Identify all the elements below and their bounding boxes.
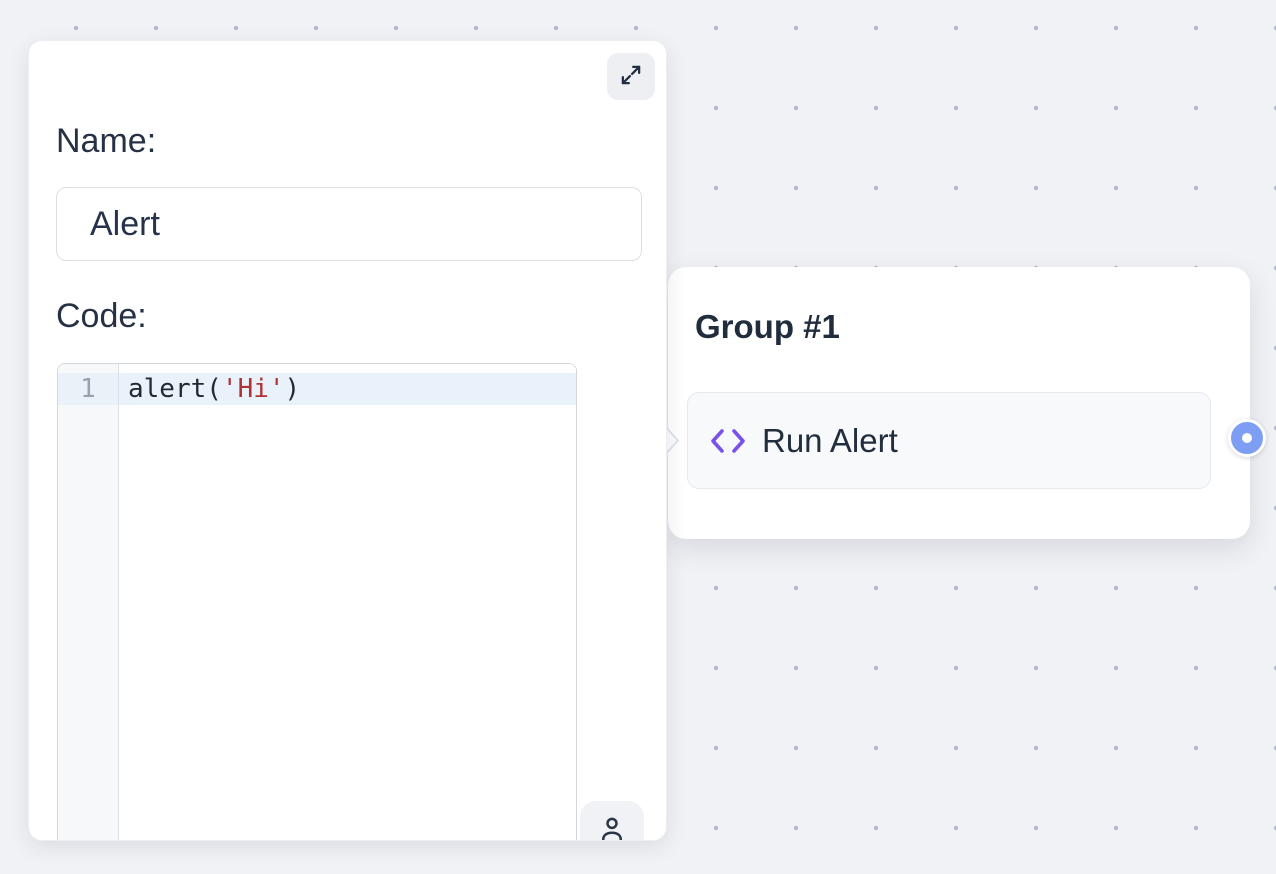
code-token-close: ) bbox=[285, 374, 301, 404]
expand-diagonal-icon bbox=[618, 62, 644, 91]
group-title: Group #1 bbox=[695, 305, 840, 349]
name-label: Name: bbox=[56, 119, 156, 163]
line-number: 1 bbox=[58, 373, 118, 405]
node-label: Run Alert bbox=[762, 422, 898, 460]
expand-button[interactable] bbox=[607, 53, 655, 100]
code-token-call: alert( bbox=[128, 374, 222, 404]
flow-canvas[interactable]: { "canvas": { "background_color": "#f1f2… bbox=[0, 0, 1276, 874]
node-run-alert[interactable]: Run Alert bbox=[687, 392, 1211, 489]
code-label: Code: bbox=[56, 294, 147, 338]
person-button[interactable] bbox=[580, 801, 644, 841]
name-input[interactable] bbox=[56, 187, 642, 261]
output-handle[interactable] bbox=[1231, 422, 1263, 454]
person-icon bbox=[597, 814, 627, 841]
code-brackets-icon bbox=[709, 428, 747, 454]
code-token-string: 'Hi' bbox=[222, 374, 285, 404]
code-editor-content[interactable]: alert('Hi') bbox=[119, 364, 576, 841]
group-card[interactable]: Group #1 Run Alert bbox=[668, 267, 1250, 539]
code-editor-gutter: 1 bbox=[58, 364, 119, 841]
code-editor[interactable]: 1 alert('Hi') bbox=[57, 363, 577, 841]
node-editor-panel: Name: Code: 1 alert('Hi') bbox=[28, 40, 667, 841]
code-line: alert('Hi') bbox=[119, 373, 576, 405]
